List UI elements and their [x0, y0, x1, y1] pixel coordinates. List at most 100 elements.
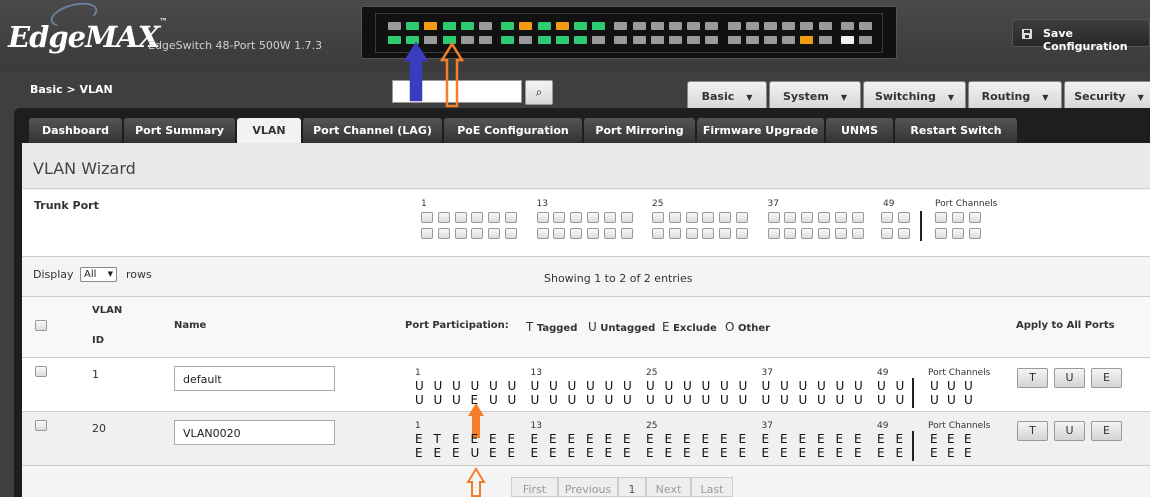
port-led[interactable]: [406, 22, 420, 30]
trunk-lag-checkbox[interactable]: [935, 228, 947, 239]
port-led[interactable]: [705, 22, 719, 30]
port-led[interactable]: [537, 36, 551, 44]
trunk-port-checkbox[interactable]: [851, 212, 864, 223]
trunk-port-checkbox[interactable]: [834, 212, 847, 223]
port-led[interactable]: [800, 22, 814, 30]
port-led[interactable]: [519, 36, 533, 44]
port-led[interactable]: [650, 22, 664, 30]
apply-t-button[interactable]: T: [1017, 421, 1048, 441]
apply-t-button[interactable]: T: [1017, 368, 1048, 388]
trunk-port-checkbox[interactable]: [736, 228, 748, 239]
port-led[interactable]: [669, 36, 682, 44]
trunk-port-checkbox[interactable]: [471, 228, 484, 239]
tab-port-mirroring[interactable]: Port Mirroring: [584, 118, 695, 143]
trunk-port-checkbox[interactable]: [652, 228, 664, 239]
pagination-page-1[interactable]: 1: [618, 477, 646, 497]
tab-port-channel[interactable]: Port Channel (LAG): [303, 118, 442, 143]
port-led[interactable]: [745, 36, 759, 44]
select-all-checkbox[interactable]: [35, 320, 47, 331]
trunk-port-checkbox[interactable]: [536, 228, 549, 239]
port-led[interactable]: [859, 36, 872, 44]
tab-vlan[interactable]: VLAN: [237, 118, 301, 143]
nav-system[interactable]: System ▼: [769, 81, 861, 109]
trunk-port-checkbox[interactable]: [898, 212, 910, 223]
trunk-port-checkbox[interactable]: [437, 212, 450, 223]
trunk-lag-checkbox[interactable]: [935, 212, 947, 223]
trunk-port-checkbox[interactable]: [801, 212, 814, 223]
apply-e-button[interactable]: E: [1091, 421, 1122, 441]
trunk-port-checkbox[interactable]: [702, 228, 715, 239]
port-led[interactable]: [800, 36, 814, 44]
trunk-port-checkbox[interactable]: [898, 228, 910, 239]
trunk-lag-checkbox[interactable]: [951, 228, 964, 239]
tab-firmware-upgrade[interactable]: Firmware Upgrade: [697, 118, 824, 143]
port-led[interactable]: [727, 36, 741, 44]
trunk-port-checkbox[interactable]: [553, 228, 566, 239]
port-led[interactable]: [442, 22, 456, 30]
nav-switching[interactable]: Switching ▼: [863, 81, 966, 109]
trunk-port-checkbox[interactable]: [801, 228, 814, 239]
trunk-port-checkbox[interactable]: [881, 212, 893, 223]
trunk-port-checkbox[interactable]: [603, 212, 616, 223]
port-led[interactable]: [574, 36, 587, 44]
port-led[interactable]: [519, 22, 533, 30]
trunk-port-checkbox[interactable]: [471, 212, 484, 223]
port-led[interactable]: [859, 22, 872, 30]
port-led[interactable]: [840, 22, 854, 30]
apply-u-button[interactable]: U: [1054, 421, 1085, 441]
port-led[interactable]: [669, 22, 682, 30]
tab-poe-configuration[interactable]: PoE Configuration: [444, 118, 582, 143]
trunk-port-checkbox[interactable]: [817, 212, 830, 223]
port-led[interactable]: [764, 22, 777, 30]
nav-routing[interactable]: Routing ▼: [968, 81, 1062, 109]
trunk-port-checkbox[interactable]: [553, 212, 566, 223]
trunk-lag-checkbox[interactable]: [968, 212, 981, 223]
trunk-port-checkbox[interactable]: [570, 228, 583, 239]
trunk-port-checkbox[interactable]: [719, 212, 732, 223]
trunk-port-checkbox[interactable]: [454, 212, 467, 223]
trunk-port-checkbox[interactable]: [851, 228, 864, 239]
tab-port-summary[interactable]: Port Summary: [124, 118, 235, 143]
pagination-previous[interactable]: Previous: [558, 477, 618, 497]
port-led[interactable]: [592, 36, 606, 44]
tab-unms[interactable]: UNMS: [826, 118, 893, 143]
port-led[interactable]: [705, 36, 719, 44]
trunk-port-checkbox[interactable]: [454, 228, 467, 239]
trunk-port-checkbox[interactable]: [505, 212, 517, 223]
trunk-port-checkbox[interactable]: [817, 228, 830, 239]
port-led[interactable]: [388, 22, 401, 30]
pagination-last[interactable]: Last: [691, 477, 733, 497]
trunk-lag-checkbox[interactable]: [951, 212, 964, 223]
trunk-port-checkbox[interactable]: [536, 212, 549, 223]
port-led[interactable]: [818, 22, 832, 30]
port-led[interactable]: [632, 36, 646, 44]
pagination-next[interactable]: Next: [646, 477, 691, 497]
port-led[interactable]: [574, 22, 587, 30]
port-led[interactable]: [687, 22, 701, 30]
trunk-port-checkbox[interactable]: [881, 228, 893, 239]
trunk-port-checkbox[interactable]: [488, 228, 501, 239]
trunk-port-checkbox[interactable]: [570, 212, 583, 223]
trunk-port-checkbox[interactable]: [586, 212, 599, 223]
port-led[interactable]: [555, 36, 569, 44]
trunk-port-checkbox[interactable]: [685, 212, 698, 223]
port-led[interactable]: [782, 36, 796, 44]
trunk-port-checkbox[interactable]: [702, 212, 715, 223]
row-checkbox[interactable]: [35, 366, 47, 377]
port-led[interactable]: [632, 22, 646, 30]
port-led[interactable]: [687, 36, 701, 44]
trunk-port-checkbox[interactable]: [736, 212, 748, 223]
tab-restart-switch[interactable]: Restart Switch: [895, 118, 1017, 143]
tab-dashboard[interactable]: Dashboard: [29, 118, 122, 143]
port-led[interactable]: [424, 22, 438, 30]
port-led[interactable]: [614, 36, 628, 44]
port-led[interactable]: [537, 22, 551, 30]
rows-per-page-select[interactable]: All: [80, 267, 117, 282]
trunk-port-checkbox[interactable]: [603, 228, 616, 239]
trunk-port-checkbox[interactable]: [586, 228, 599, 239]
trunk-port-checkbox[interactable]: [767, 212, 780, 223]
port-led[interactable]: [745, 22, 759, 30]
save-configuration-button[interactable]: Save Configuration: [1012, 19, 1150, 53]
port-led[interactable]: [650, 36, 664, 44]
port-led[interactable]: [818, 36, 832, 44]
